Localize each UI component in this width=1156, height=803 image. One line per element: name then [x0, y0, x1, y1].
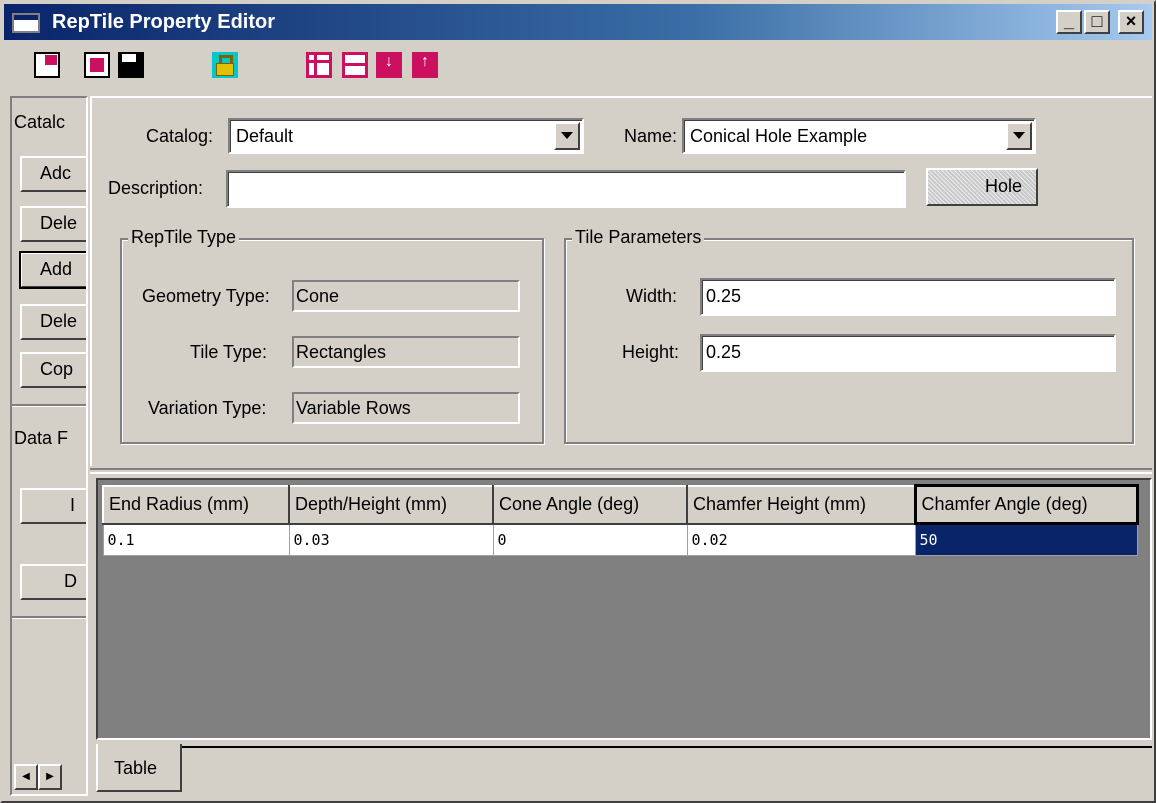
pane-splitter[interactable] [90, 468, 1152, 474]
import-data-button[interactable]: I [20, 488, 86, 524]
delete-catalog-label: Dele [40, 213, 78, 233]
catalog-value: Default [236, 126, 294, 146]
table-layout-icon[interactable] [306, 52, 332, 78]
copy-item-button[interactable]: Cop [20, 352, 86, 388]
geometry-type-value: Cone [296, 286, 340, 306]
delete-item-button[interactable]: Dele [20, 304, 86, 340]
column-header-cone-angle[interactable]: Cone Angle (deg) [492, 484, 688, 525]
add-item-label: Add [40, 259, 73, 279]
variation-type-label: Variation Type: [148, 398, 267, 418]
horizontal-scrollbar[interactable]: ◀ ▶ [14, 764, 64, 790]
open-doc-icon[interactable] [34, 52, 60, 78]
catalog-section-label: Catalc [14, 112, 66, 132]
properties-pane: Catalog: Default Name: Conical Hole Exam… [90, 96, 1152, 466]
name-label: Name: [624, 126, 678, 146]
delete-catalog-button[interactable]: Dele [20, 206, 86, 242]
tile-type-label: Tile Type: [190, 342, 268, 362]
table-rows-icon[interactable] [342, 52, 368, 78]
column-header-depth-height[interactable]: Depth/Height (mm) [288, 484, 494, 525]
reptile-type-title: RepTile Type [128, 227, 240, 248]
width-field[interactable]: 0.25 [700, 278, 1116, 316]
tab-strip: Table [96, 740, 1152, 800]
maximize-icon: □ [1091, 11, 1103, 31]
chevron-down-icon[interactable] [1006, 122, 1032, 150]
reptile-type-group: RepTile Type Geometry Type: Cone Tile Ty… [120, 227, 544, 444]
cell-depth-height[interactable]: 0.03 [288, 523, 494, 556]
scroll-right-icon[interactable]: ▶ [38, 764, 62, 790]
column-header-chamfer-angle[interactable]: Chamfer Angle (deg) [913, 484, 1139, 525]
reptile-property-editor-window: RepTile Property Editor _ □ × Catalc Adc… [0, 0, 1156, 803]
description-label: Description: [108, 178, 204, 198]
tab-strip-line [182, 746, 1152, 748]
catalog-label: Catalog: [146, 126, 214, 146]
column-header-chamfer-height[interactable]: Chamfer Height (mm) [686, 484, 916, 525]
tab-table[interactable]: Table [96, 744, 182, 792]
cell-chamfer-angle[interactable]: 50 [914, 523, 1138, 556]
app-window-icon [12, 13, 40, 33]
title-bar[interactable]: RepTile Property Editor _ □ × [4, 4, 1152, 40]
data-grid: End Radius (mm) Depth/Height (mm) Cone A… [96, 478, 1152, 740]
save-icon[interactable] [118, 52, 144, 78]
add-catalog-button[interactable]: Adc [20, 156, 86, 192]
close-button[interactable]: × [1118, 10, 1144, 34]
tile-parameters-group: Tile Parameters Width: 0.25 Height: 0.25 [564, 227, 1134, 444]
tile-type-field: Rectangles [292, 336, 520, 368]
left-panel-divider-2 [12, 616, 86, 619]
height-label: Height: [622, 342, 680, 362]
minimize-icon: _ [1063, 11, 1074, 31]
grid-table: End Radius (mm) Depth/Height (mm) Cone A… [102, 484, 1139, 556]
tile-parameters-title: Tile Parameters [572, 227, 705, 248]
scroll-left-icon[interactable]: ◀ [14, 764, 38, 790]
geometry-type-label: Geometry Type: [142, 286, 270, 306]
cell-cone-angle[interactable]: 0 [492, 523, 688, 556]
grid-header-row: End Radius (mm) Depth/Height (mm) Cone A… [102, 484, 1139, 525]
table-row: 0.1 0.03 0 0.02 50 [102, 523, 1138, 556]
height-value: 0.25 [706, 342, 742, 362]
data-section-label: Data F [14, 428, 69, 448]
variation-type-value: Variable Rows [296, 398, 411, 418]
data-action-label: D [64, 571, 77, 591]
cell-end-radius[interactable]: 0.1 [102, 523, 290, 556]
add-item-button[interactable]: Add [19, 251, 86, 289]
left-panel-divider [12, 404, 86, 407]
hole-button[interactable]: Hole [926, 168, 1038, 206]
copy-item-label: Cop [40, 359, 74, 379]
name-value: Conical Hole Example [690, 126, 868, 146]
hole-button-label: Hole [984, 176, 1022, 196]
name-dropdown[interactable]: Conical Hole Example [682, 118, 1036, 154]
variation-type-field: Variable Rows [292, 392, 520, 424]
column-header-end-radius[interactable]: End Radius (mm) [102, 484, 290, 525]
tile-type-value: Rectangles [296, 342, 387, 362]
toolbar [4, 42, 1152, 88]
lock-icon[interactable] [212, 52, 238, 78]
insert-row-below-icon[interactable] [376, 52, 402, 78]
data-action-button[interactable]: D [20, 564, 86, 600]
tab-table-label: Table [114, 758, 158, 778]
import-data-label: I [70, 495, 76, 515]
minimize-button[interactable]: _ [1056, 10, 1082, 34]
chevron-down-icon[interactable] [554, 122, 580, 150]
width-label: Width: [626, 286, 678, 306]
window-title: RepTile Property Editor [52, 11, 276, 33]
add-catalog-label: Adc [40, 163, 72, 183]
width-value: 0.25 [706, 286, 742, 306]
height-field[interactable]: 0.25 [700, 334, 1116, 372]
cell-chamfer-height[interactable]: 0.02 [686, 523, 916, 556]
geometry-type-field: Cone [292, 280, 520, 312]
maximize-button[interactable]: □ [1084, 10, 1110, 34]
delete-item-label: Dele [40, 311, 78, 331]
close-icon: × [1125, 11, 1137, 31]
catalog-side-panel: Catalc Adc Dele Add Dele Cop Data F I D … [10, 96, 88, 796]
insert-row-above-icon[interactable] [412, 52, 438, 78]
catalog-dropdown[interactable]: Default [228, 118, 584, 154]
description-field[interactable] [226, 170, 906, 208]
delete-doc-icon[interactable] [84, 52, 110, 78]
